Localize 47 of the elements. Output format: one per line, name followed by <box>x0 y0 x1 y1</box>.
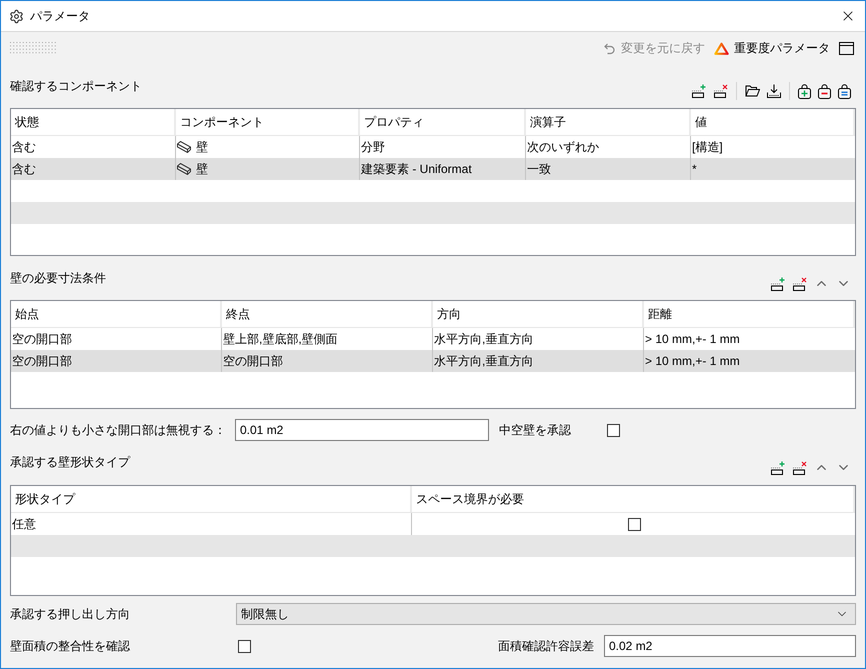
bag-plus-icon[interactable] <box>798 84 811 98</box>
download-icon[interactable] <box>767 84 781 98</box>
add-row-icon[interactable] <box>770 276 785 290</box>
table-cell-text: > 10 mm,+- 1 mm <box>644 331 741 348</box>
remove-row-icon[interactable] <box>792 276 807 290</box>
table-cell: 含む <box>11 158 176 180</box>
opening-size-field[interactable]: 0.01 m2 <box>235 419 489 441</box>
table-cell-text: > 10 mm,+- 1 mm <box>644 353 741 370</box>
checkbox[interactable] <box>607 424 620 436</box>
block-icon <box>177 141 191 153</box>
checkbox[interactable] <box>628 518 640 530</box>
remove-row-icon[interactable] <box>792 460 807 474</box>
field-label: 中空壁を承認 <box>499 422 572 438</box>
block-icon <box>177 163 191 175</box>
table-cell: 空の開口部 <box>222 350 433 372</box>
folder-icon[interactable] <box>745 85 760 97</box>
window-icon[interactable] <box>839 42 854 54</box>
table-row[interactable]: 含む 壁 建築要素 - Uniformat 一致 * <box>11 158 855 180</box>
add-row-icon[interactable] <box>691 84 706 98</box>
component-name: 壁 <box>196 138 208 156</box>
table-cell: 空の開口部 <box>11 350 222 372</box>
bag-equals-icon[interactable] <box>838 84 851 98</box>
table-row[interactable]: 空の開口部 空の開口部 水平方向,垂直方向 > 10 mm,+- 1 mm <box>11 350 855 372</box>
field-label: 右の値よりも小さな開口部は無視する： <box>10 422 227 438</box>
bag-minus-icon[interactable] <box>818 84 831 98</box>
table-cell: 一致 <box>526 158 691 180</box>
section-title: 確認するコンポーネント <box>10 78 142 95</box>
table-cell: 水平方向,垂直方向 <box>433 350 644 372</box>
field-label: 壁面積の整合性を確認 <box>10 638 131 654</box>
settings-icon <box>9 8 24 24</box>
area-tolerance-field[interactable]: 0.02 m2 <box>604 635 856 657</box>
checkbox[interactable] <box>238 640 251 652</box>
extrusion-dropdown[interactable]: 制限無し <box>236 603 856 625</box>
undo-icon <box>603 42 616 54</box>
table-cell: 建築要素 - Uniformat <box>360 158 526 180</box>
section-title: 壁の必要寸法条件 <box>10 270 106 287</box>
section-title: 承認する壁形状タイプ <box>10 454 130 471</box>
component-name: 壁 <box>196 160 208 178</box>
severity-parameters-button[interactable]: 重要度パラメータ <box>714 40 830 56</box>
remove-row-icon[interactable] <box>713 84 728 98</box>
warning-icon <box>714 42 729 54</box>
field-label: 面積確認許容誤差 <box>498 638 594 654</box>
table-cell-text: * <box>691 161 698 178</box>
add-row-icon[interactable] <box>770 460 785 474</box>
table-cell-text: [構造] <box>691 138 724 156</box>
window-title: パラメータ <box>30 8 91 24</box>
field-label: 承認する押し出し方向 <box>10 606 131 622</box>
